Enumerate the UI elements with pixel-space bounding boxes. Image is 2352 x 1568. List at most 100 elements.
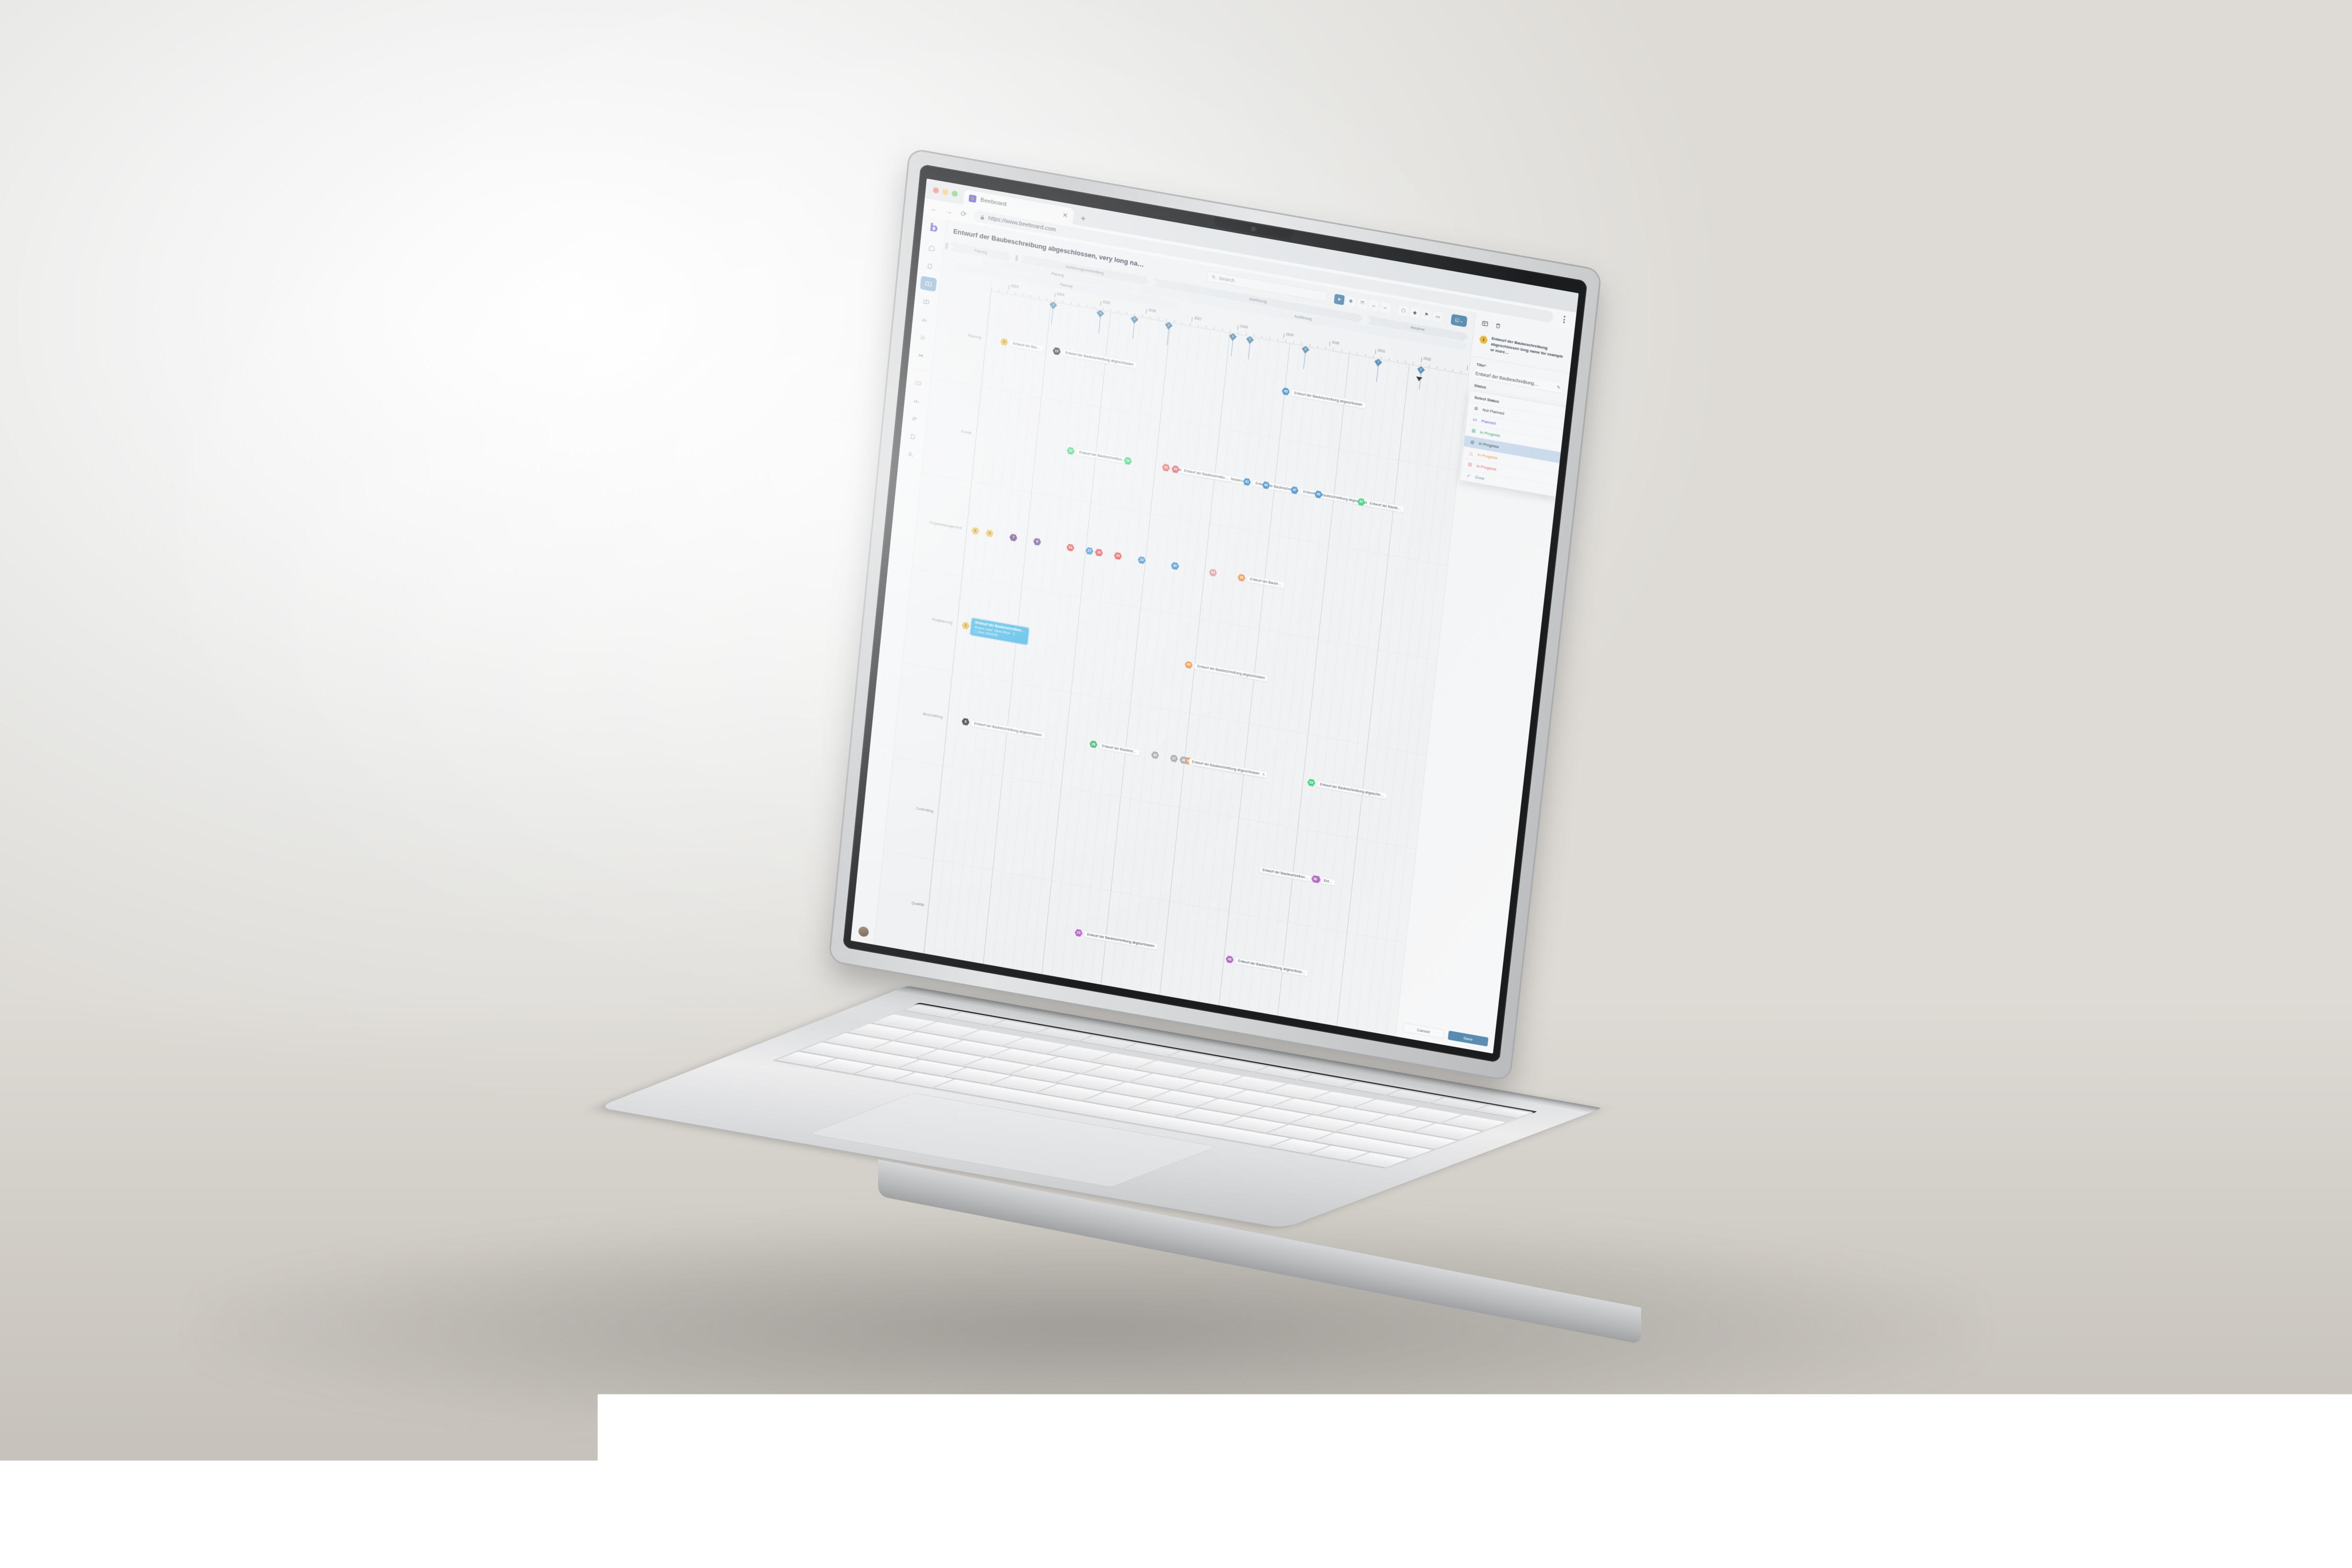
axis-year-tick: 2029	[1286, 332, 1294, 337]
timeline-task-node[interactable]: 7	[1009, 533, 1018, 542]
add-diamond-tool[interactable]: ◆	[1410, 307, 1421, 318]
keyboard-key[interactable]	[1255, 1067, 1310, 1079]
task-label-chip[interactable]: Ent…	[1320, 877, 1335, 886]
timeline-task-node[interactable]: 40 Entwurf der Baubeschreibung abgeschlos…	[1184, 661, 1269, 683]
task-label-chip[interactable]: Entwurf der Baubeschreibun…	[1076, 448, 1128, 464]
keyboard-key[interactable]	[991, 1020, 1047, 1033]
timeline-task-node[interactable]: 14	[1066, 543, 1075, 552]
timeline-task-node[interactable]: 37	[1170, 754, 1178, 763]
keyboard-key[interactable]	[1431, 1098, 1486, 1110]
sidebar-item-integrations[interactable]	[913, 348, 929, 364]
task-label-chip[interactable]: Entwurf der Bau…	[1009, 340, 1044, 352]
keyboard-key[interactable]	[1123, 1044, 1179, 1056]
add-note-tool[interactable]: ▭	[1433, 311, 1444, 322]
timeline-task-node[interactable]: 57 Entwurf der Baube…	[1357, 498, 1404, 513]
timeline-task-node[interactable]: 1 Entwurf der Baubeschreibun… Project Lead…	[961, 617, 1029, 645]
keyboard-key[interactable]	[948, 1013, 1003, 1025]
delete-icon[interactable]	[1494, 321, 1503, 330]
task-label-chip[interactable]: Entwurf der Baubeschreibu…	[1181, 467, 1232, 482]
sidebar-item-notifications[interactable]	[921, 258, 938, 274]
timeline-task-node[interactable]: 20	[1114, 551, 1122, 560]
timeline-task-node[interactable]: 49	[1314, 490, 1323, 499]
timeline-task-node[interactable]: 17	[1085, 547, 1093, 556]
sidebar-item-board[interactable]	[920, 276, 937, 292]
keyboard-key[interactable]	[1211, 1059, 1266, 1071]
keyboard-key[interactable]	[1343, 1082, 1398, 1095]
add-flag-tool[interactable]: ⚑	[1421, 309, 1432, 320]
timeline-task-node[interactable]: 34	[1209, 568, 1217, 577]
sidebar-item-settings[interactable]	[914, 329, 931, 345]
resize-tool[interactable]: ↔	[1368, 299, 1379, 311]
reload-icon[interactable]: ⟳	[959, 209, 969, 219]
close-tab-icon[interactable]: ✕	[1062, 211, 1068, 219]
keyboard-key[interactable]	[1035, 1028, 1091, 1041]
timeline-task-node[interactable]: 24	[1124, 456, 1132, 465]
timeline-task-node[interactable]: 19	[1094, 548, 1103, 557]
timeline-task-node[interactable]: 12 Entwurf der Baubeschreibun…	[1066, 446, 1128, 465]
view-map-button[interactable]: ◱ ⌄	[1450, 314, 1467, 327]
sidebar-item-board-2[interactable]	[910, 375, 927, 391]
timeline-task-node[interactable]: 30	[1171, 561, 1179, 570]
app-logo[interactable]: b	[929, 222, 938, 235]
add-hexagon-tool[interactable]: ⬡	[1398, 305, 1409, 316]
axis-minor-tick	[1460, 371, 1461, 373]
select-tool[interactable]: ➤	[1334, 294, 1345, 305]
keyboard-key[interactable]	[1167, 1052, 1223, 1064]
timeline-task-node[interactable]: 2	[971, 526, 979, 535]
selected-task-card[interactable]: Entwurf der Baubeschreibun… Project Lead O…	[970, 618, 1029, 645]
back-icon[interactable]: ←	[930, 204, 939, 214]
sidebar-item-library[interactable]	[918, 294, 935, 310]
timeline-task-node[interactable]: 9	[1033, 537, 1041, 546]
status-dropdown[interactable]: Select Status ⊘ Not Planned ▭ Planned ⊞ In Pr…	[1459, 390, 1567, 498]
timeline-task-node[interactable]: 36 Entwurf der Baube…	[1237, 573, 1285, 589]
task-label-chip[interactable]: Entwurf der Baubeschreibung abgeschlosse…	[971, 720, 1045, 739]
forward-icon[interactable]: →	[944, 206, 954, 216]
sidebar-item-invite[interactable]	[903, 446, 919, 463]
sidebar-item-reports[interactable]	[916, 312, 933, 328]
axis-minor-tick	[1373, 355, 1374, 358]
axis-year-label: 2024	[1056, 292, 1064, 297]
keyboard-key[interactable]	[1474, 1105, 1530, 1118]
task-hex-badge: 56	[1311, 874, 1319, 883]
timeline-task-node[interactable]: 43	[1262, 481, 1270, 490]
sidebar-item-team[interactable]	[906, 411, 923, 427]
timeline-task-node[interactable]: 5 Entwurf der Baubeschreibung abgeschloss…	[961, 717, 1045, 739]
axis-minor-tick	[1158, 317, 1159, 319]
resize-dotted-tool[interactable]: ↔	[1380, 302, 1391, 313]
cancel-button[interactable]: Cancel	[1402, 1023, 1444, 1039]
timeline-task-node[interactable]: 35	[1151, 751, 1159, 759]
sidebar-item-analytics[interactable]	[908, 393, 925, 409]
phase-grip-handle[interactable]	[945, 243, 949, 249]
connect-tool[interactable]: ⤧	[1357, 297, 1368, 309]
axis-minor-tick	[1349, 351, 1350, 353]
close-window-button[interactable]	[933, 187, 939, 193]
task-label-chip[interactable]: Entwurf der Baubeschreibung abgeschlosse…	[1189, 758, 1263, 777]
timeline-task-node[interactable]: 23	[1137, 556, 1146, 564]
move-tool[interactable]: ✥	[1345, 295, 1356, 307]
keyboard-key[interactable]	[1079, 1036, 1135, 1048]
keyboard-key[interactable]	[1387, 1090, 1443, 1103]
timeline-task-node[interactable]: 33 Entwurf der Baubeschreibu…	[1171, 465, 1232, 483]
keyboard-key[interactable]	[904, 1005, 959, 1018]
timeline-grid[interactable]: 2023 2024 2025 2026 2027 2028 2029 2030 2031 2032…	[924, 278, 1470, 1036]
avatar[interactable]	[858, 926, 869, 938]
timeline-task-node[interactable]: 55 Entwurf der Baubeschreibung abgeschlo…	[1307, 778, 1388, 800]
keyboard-key[interactable]	[1299, 1075, 1354, 1087]
axis-minor-tick	[1253, 335, 1254, 337]
timeline-board[interactable]: Planung Kunde Projektmanagement Realisierun…	[874, 269, 1470, 1036]
save-button[interactable]: Save	[1448, 1031, 1489, 1047]
maximize-window-button[interactable]	[952, 190, 958, 197]
edit-icon[interactable]: ✎	[1557, 385, 1561, 391]
sidebar-item-files[interactable]	[904, 429, 921, 445]
task-label-chip[interactable]: Entwurf der Baube…	[1247, 575, 1285, 589]
browser-menu-icon[interactable]	[1559, 315, 1570, 324]
timeline-task-node[interactable]: 38 Entwurf der Baubeschreibung abgeschlos…	[1179, 756, 1263, 778]
layout-icon[interactable]	[1481, 319, 1490, 328]
timeline-task-node[interactable]: 3 Entwurf der Bau…	[1000, 338, 1044, 353]
task-label-chip[interactable]: Entwurf der Baubeschreibung abgeschlosse…	[1194, 663, 1269, 682]
minimize-window-button[interactable]	[942, 188, 949, 195]
phase-grip-handle[interactable]	[1015, 255, 1019, 262]
sidebar-item-home[interactable]	[923, 240, 940, 256]
timeline-task-node[interactable]: 48 Entwurf der Baubeschreibung abgeschlos…	[1225, 955, 1308, 977]
timeline-task-node[interactable]: 4	[985, 529, 994, 538]
